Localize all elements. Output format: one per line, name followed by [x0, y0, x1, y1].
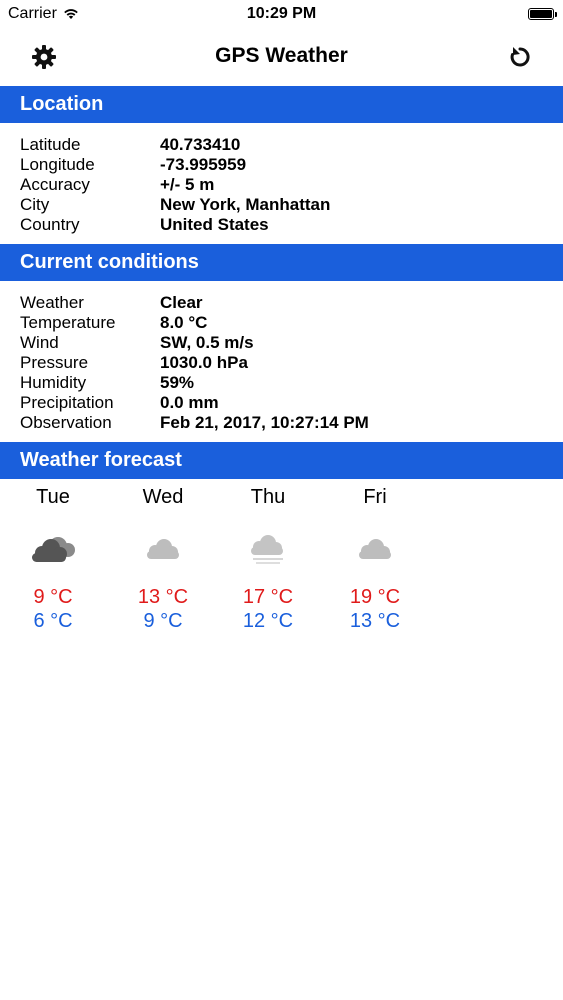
row-label: Country [20, 215, 80, 234]
nav-bar: GPS Weather [0, 30, 563, 86]
row-label: City [20, 195, 50, 214]
conditions-details: Weather Clear Temperature 8.0 °C Wind SW, 0… [20, 293, 369, 433]
forecast-day-name: Thu [250, 486, 286, 508]
forecast-low-temp: 13 °C [349, 610, 401, 632]
forecast-day-fri: Fri 19 °C 13 °C [325, 486, 425, 634]
forecast-day-wed: Wed 13 °C 9 °C [113, 486, 213, 634]
forecast-header: Weather forecast [0, 442, 563, 479]
conditions-header: Current conditions [0, 244, 563, 281]
forecast-high-temp: 13 °C [137, 586, 189, 608]
app-title: GPS Weather [215, 44, 348, 67]
forecast-low-temp: 6 °C [33, 610, 73, 632]
conditions-row-humidity: Humidity 59% [20, 373, 369, 393]
location-header: Location [0, 86, 563, 123]
row-label: Longitude [20, 155, 95, 174]
location-row-country: Country United States [20, 215, 330, 235]
status-bar: Carrier 10:29 PM [0, 0, 563, 30]
status-time: 10:29 PM [246, 5, 317, 22]
location-row-longitude: Longitude -73.995959 [20, 155, 330, 175]
forecast-low-temp: 9 °C [143, 610, 183, 632]
row-value: New York, Manhattan [160, 195, 331, 214]
conditions-row-weather: Weather Clear [20, 293, 369, 313]
forecast-high-temp: 17 °C [242, 586, 294, 608]
conditions-row-temperature: Temperature 8.0 °C [20, 313, 369, 333]
row-label: Observation [20, 413, 112, 432]
fog-cloud-icon [251, 535, 283, 564]
row-value: 8.0 °C [160, 313, 208, 332]
conditions-row-pressure: Pressure 1030.0 hPa [20, 353, 369, 373]
row-label: Weather [20, 293, 84, 312]
row-value: 59% [160, 373, 195, 392]
location-row-city: City New York, Manhattan [20, 195, 330, 215]
refresh-icon[interactable] [507, 44, 533, 70]
row-label: Latitude [20, 135, 81, 154]
location-row-accuracy: Accuracy +/- 5 m [20, 175, 330, 195]
cloud-icon [359, 539, 391, 559]
row-value: United States [160, 215, 269, 234]
location-details: Latitude 40.733410 Longitude -73.995959 Ac… [20, 135, 330, 235]
row-value: 40.733410 [160, 135, 241, 154]
row-value: SW, 0.5 m/s [160, 333, 254, 352]
cloud-icon [147, 539, 179, 559]
conditions-row-observation: Observation Feb 21, 2017, 10:27:14 PM [20, 413, 369, 433]
row-label: Precipitation [20, 393, 114, 412]
row-value: 1030.0 hPa [160, 353, 248, 372]
row-label: Wind [20, 333, 59, 352]
row-value: 0.0 mm [160, 393, 219, 412]
forecast-low-temp: 12 °C [242, 610, 294, 632]
row-label: Pressure [20, 353, 89, 372]
forecast-day-thu: Thu 17 °C 12 °C [218, 486, 318, 634]
forecast-day-name: Wed [142, 486, 184, 508]
conditions-row-wind: Wind SW, 0.5 m/s [20, 333, 369, 353]
row-value: Feb 21, 2017, 10:27:14 PM [160, 413, 369, 432]
forecast-high-temp: 19 °C [349, 586, 401, 608]
forecast-day-name: Tue [36, 486, 70, 508]
row-value: -73.995959 [160, 155, 247, 174]
dark-clouds-icon [32, 537, 75, 562]
forecast-day-name: Fri [363, 486, 387, 508]
row-label: Humidity [20, 373, 87, 392]
battery-icon [528, 8, 557, 20]
row-value: Clear [160, 293, 203, 312]
row-label: Temperature [20, 313, 116, 332]
forecast-high-temp: 9 °C [33, 586, 73, 608]
forecast-day-tue: Tue 9 °C 6 °C [3, 486, 103, 634]
location-row-latitude: Latitude 40.733410 [20, 135, 330, 155]
row-label: Accuracy [20, 175, 90, 194]
row-value: +/- 5 m [160, 175, 215, 194]
conditions-row-precipitation: Precipitation 0.0 mm [20, 393, 369, 413]
